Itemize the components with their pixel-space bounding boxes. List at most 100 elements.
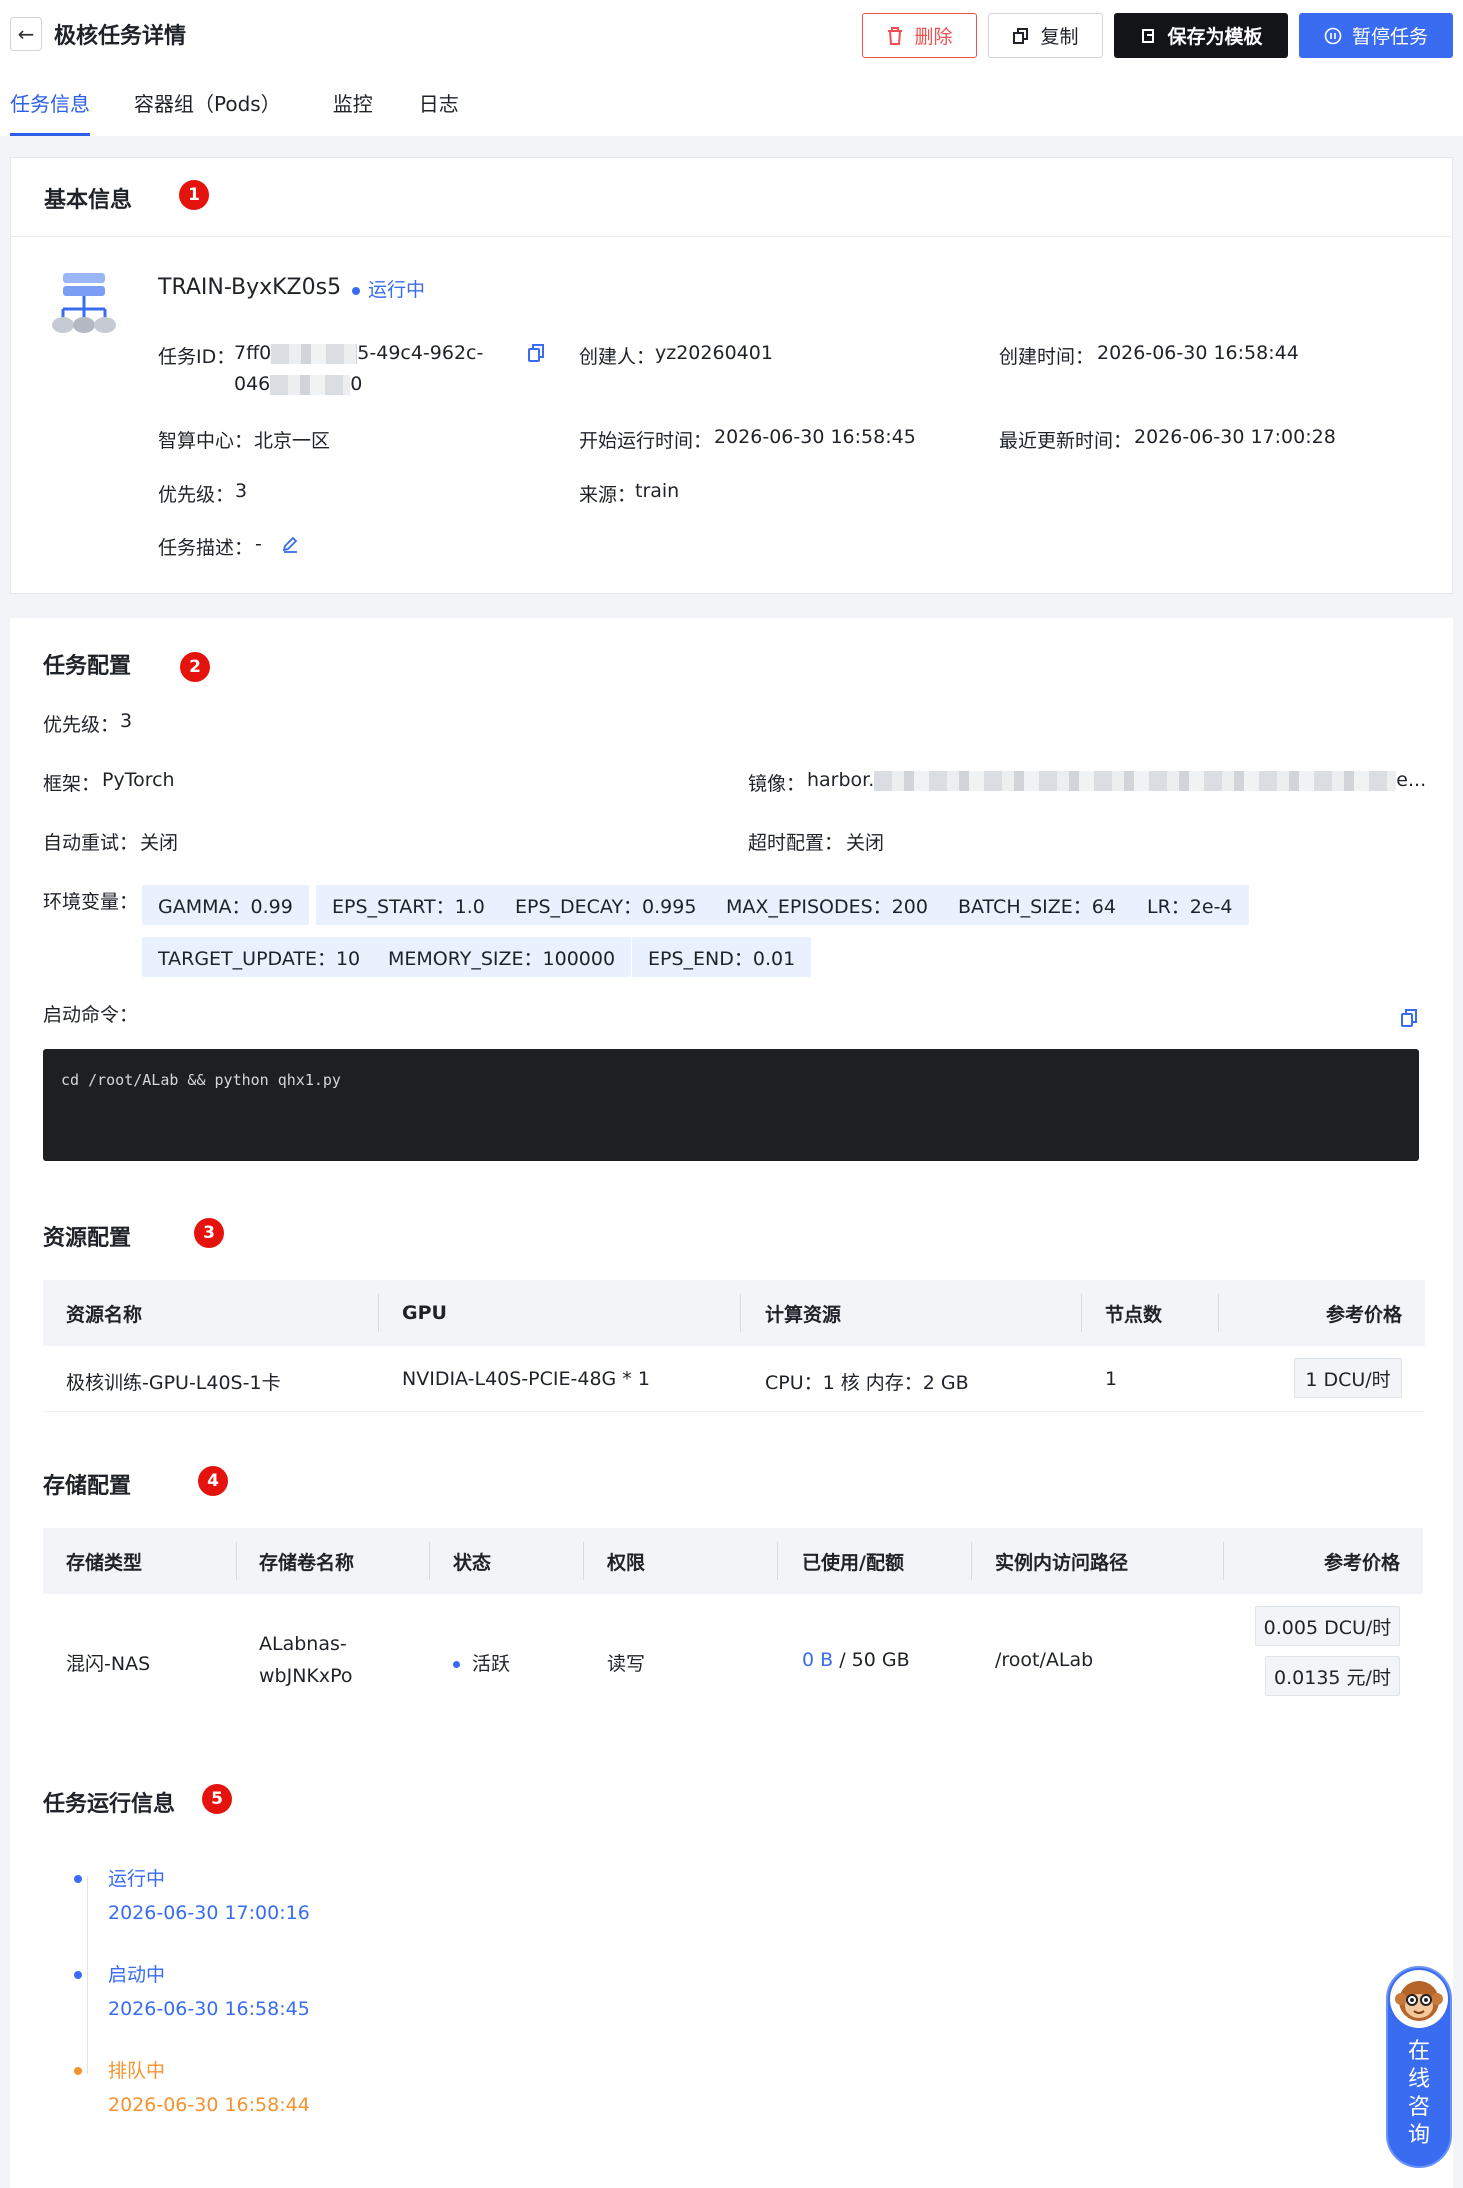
retry-label: 自动重试：: [43, 832, 139, 854]
timeline-time: 2026-06-30 16:58:45: [108, 1998, 310, 2020]
section-badge-1: 1: [179, 180, 209, 210]
env-tag: GAMMA：0.99: [142, 885, 309, 925]
resource-price: 1 DCU/时: [1294, 1358, 1402, 1398]
pause-circle-icon: [1324, 27, 1342, 44]
top-bar: ← 极核任务详情 删除 复制 保存为模板 暂停任务 任务信息 容器组（Pods）…: [0, 0, 1463, 136]
online-consult-button[interactable]: 在 线 咨 询: [1386, 1966, 1452, 2168]
timeline-time: 2026-06-30 16:58:44: [108, 2094, 310, 2116]
pause-task-button[interactable]: 暂停任务: [1299, 13, 1453, 58]
tab-logs[interactable]: 日志: [419, 82, 459, 136]
col-resource-name: 资源名称: [66, 1303, 143, 1326]
timeline-dot-icon: [74, 1971, 82, 1979]
create-time-value: 2026-06-30 16:58:44: [1097, 342, 1299, 364]
save-template-button[interactable]: 保存为模板: [1114, 13, 1288, 58]
env-tag: TARGET_UPDATE：10: [142, 937, 377, 977]
col-compute: 计算资源: [765, 1303, 842, 1326]
start-time-label: 开始运行时间：: [579, 430, 713, 452]
page-title: 极核任务详情: [54, 24, 187, 49]
center-value: 北京一区: [254, 430, 331, 452]
section-badge-3: 3: [194, 1218, 224, 1248]
col-access-path: 实例内访问路径: [995, 1551, 1129, 1574]
source-value: train: [635, 480, 680, 502]
copy-cmd-icon[interactable]: [1400, 1008, 1418, 1032]
command-text: cd /root/ALab && python qhx1.py: [61, 1071, 341, 1089]
update-time-value: 2026-06-30 17:00:28: [1134, 426, 1336, 448]
col-price: 参考价格: [1325, 1303, 1402, 1326]
timeline-status: 运行中: [108, 1868, 166, 1890]
redacted-blur: [874, 770, 1397, 791]
used-value: 0 B: [802, 1649, 834, 1671]
config-priority-label: 优先级：: [43, 714, 120, 736]
copy-id-icon[interactable]: [527, 343, 545, 367]
env-tag: MAX_EPISODES：200: [710, 885, 944, 925]
tab-task-info[interactable]: 任务信息: [10, 82, 90, 136]
col-used-quota: 已使用/配额: [802, 1551, 904, 1574]
timeout-label: 超时配置：: [748, 832, 844, 854]
config-priority-value: 3: [120, 710, 133, 732]
task-name: TRAIN-ByxKZ0s5: [158, 275, 342, 300]
timeline-status: 启动中: [108, 1964, 166, 1986]
env-tag: EPS_DECAY：0.995: [499, 885, 713, 925]
consult-label: 在 线 咨 询: [1407, 2039, 1430, 2148]
creator-value: yz20260401: [655, 342, 773, 364]
arrow-left-icon: ←: [17, 22, 35, 46]
status-badge: 运行中: [352, 275, 425, 302]
status-text: 运行中: [368, 279, 426, 301]
storage-config-title: 存储配置: [43, 1474, 132, 1499]
delete-button[interactable]: 删除: [862, 13, 977, 58]
section-badge-4: 4: [198, 1466, 228, 1496]
col-permission: 权限: [607, 1551, 646, 1574]
copy-button[interactable]: 复制: [988, 13, 1103, 58]
redacted-blur: [271, 343, 358, 364]
center-label: 智算中心：: [158, 430, 254, 452]
task-config-title: 任务配置: [43, 654, 132, 679]
task-server-icon: [49, 271, 119, 345]
resource-table-header: 资源名称 GPU 计算资源 节点数 参考价格: [43, 1280, 1425, 1346]
resource-gpu: NVIDIA-L40S-PCIE-48G * 1: [402, 1368, 650, 1390]
desc-value: -: [255, 533, 262, 555]
storage-price-yuan: 0.0135 元/时: [1265, 1656, 1400, 1696]
image-label: 镜像：: [748, 773, 806, 795]
divider: [11, 236, 1452, 237]
monkey-avatar-icon: [1390, 1970, 1448, 2028]
save-template-label: 保存为模板: [1167, 26, 1263, 48]
basic-info-card: 基本信息 1 TRAIN-ByxKZ0s5 运行中 任务ID： 7ff0 5-49…: [10, 157, 1453, 594]
col-storage-type: 存储类型: [66, 1551, 143, 1574]
timeline-dot-icon: [74, 2067, 82, 2075]
quota-value: / 50 GB: [833, 1649, 910, 1671]
basic-info-title: 基本信息: [44, 188, 133, 213]
run-info-title: 任务运行信息: [43, 1792, 176, 1817]
tab-monitor[interactable]: 监控: [333, 82, 373, 136]
storage-permission: 读写: [607, 1653, 646, 1675]
access-path: /root/ALab: [995, 1649, 1094, 1671]
col-gpu: GPU: [402, 1302, 447, 1324]
volume-name-line2: wbJNKxPo: [259, 1665, 353, 1687]
create-time-label: 创建时间：: [999, 346, 1095, 368]
task-id-line2: 046 0: [234, 373, 363, 395]
copy-label: 复制: [1040, 26, 1079, 48]
storage-status: 活跃: [453, 1649, 510, 1676]
col-volume-name: 存储卷名称: [259, 1551, 355, 1574]
copy-icon: [1013, 27, 1029, 44]
priority-label: 优先级：: [158, 484, 235, 506]
image-value: harbor. e...: [807, 769, 1427, 791]
back-button[interactable]: ←: [10, 17, 42, 51]
table-row: 混闪-NAS ALabnas- wbJNKxPo 活跃 读写 0 B / 50 …: [43, 1594, 1423, 1730]
template-icon: [1142, 28, 1155, 43]
desc-label: 任务描述：: [158, 537, 254, 559]
edit-pencil-icon[interactable]: [281, 535, 299, 557]
framework-label: 框架：: [43, 773, 101, 795]
status-dot-icon: [352, 286, 360, 295]
tab-pods[interactable]: 容器组（Pods）: [134, 82, 281, 136]
storage-price-dcu: 0.005 DCU/时: [1255, 1606, 1400, 1646]
task-config-card: 任务配置 2 优先级： 3 框架： PyTorch 镜像： harbor. e..…: [10, 618, 1453, 2188]
pause-task-label: 暂停任务: [1351, 26, 1428, 48]
start-time-value: 2026-06-30 16:58:45: [714, 426, 916, 448]
env-tag: BATCH_SIZE：64: [942, 885, 1132, 925]
storage-usage: 0 B / 50 GB: [802, 1649, 910, 1671]
creator-label: 创建人：: [579, 346, 656, 368]
retry-value: 关闭: [140, 832, 179, 854]
task-id-label: 任务ID：: [158, 346, 236, 368]
framework-value: PyTorch: [102, 769, 175, 791]
resource-name: 极核训练-GPU-L40S-1卡: [66, 1372, 281, 1394]
